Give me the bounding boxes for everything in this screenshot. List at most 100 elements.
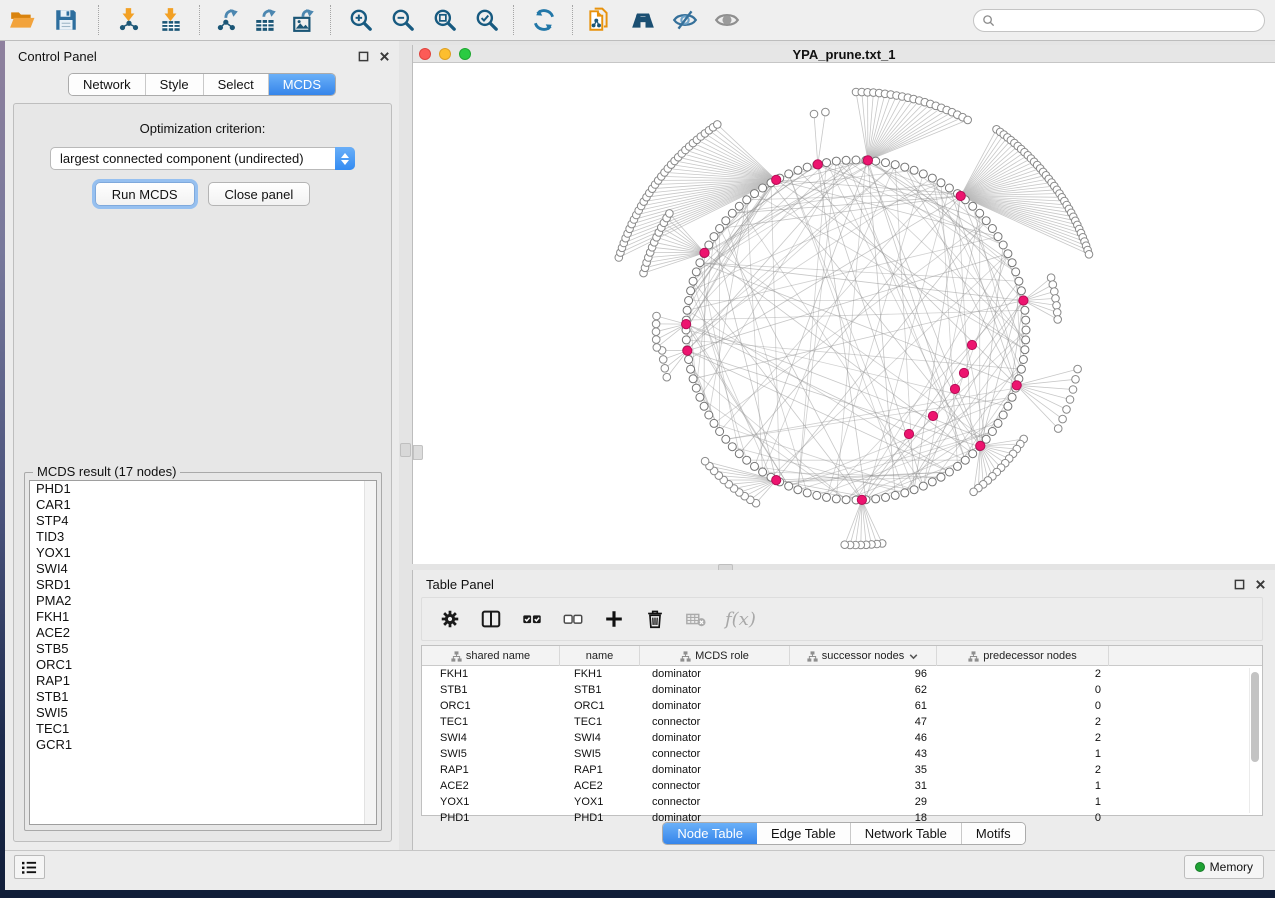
cell-mcds-role[interactable]: dominator (640, 682, 790, 698)
close-panel-icon[interactable] (1254, 578, 1267, 591)
optimization-criterion-select[interactable]: largest connected component (undirected) (50, 147, 355, 170)
cell-mcds-role[interactable]: connector (640, 746, 790, 762)
cell-name[interactable]: ORC1 (560, 698, 640, 714)
cell-successor-nodes[interactable]: 47 (790, 714, 937, 730)
run-mcds-button[interactable]: Run MCDS (95, 182, 195, 206)
cell-shared-name[interactable]: STB1 (422, 682, 560, 698)
table-row[interactable]: SWI4 SWI4 dominator 46 2 (422, 730, 1262, 746)
cell-successor-nodes[interactable]: 62 (790, 682, 937, 698)
table-row[interactable]: RAP1 RAP1 dominator 35 2 (422, 762, 1262, 778)
tab-select[interactable]: Select (204, 74, 269, 95)
scrollbar-thumb[interactable] (1251, 672, 1259, 762)
mcds-result-item[interactable]: YOX1 (30, 545, 376, 561)
cell-predecessor-nodes[interactable]: 2 (937, 714, 1109, 730)
mcds-result-item[interactable]: SWI4 (30, 561, 376, 577)
select-all-icon[interactable] (520, 607, 544, 631)
float-panel-icon[interactable] (357, 50, 370, 63)
cell-shared-name[interactable]: YOX1 (422, 794, 560, 810)
mcds-result-item[interactable]: ACE2 (30, 625, 376, 641)
cell-name[interactable]: FKH1 (560, 666, 640, 682)
cell-name[interactable]: SWI5 (560, 746, 640, 762)
save-session-icon[interactable] (52, 6, 80, 34)
deselect-all-icon[interactable] (561, 607, 585, 631)
cell-mcds-role[interactable]: dominator (640, 730, 790, 746)
mcds-result-item[interactable]: STB5 (30, 641, 376, 657)
cell-shared-name[interactable]: SWI4 (422, 730, 560, 746)
cell-predecessor-nodes[interactable]: 2 (937, 730, 1109, 746)
zoom-selected-icon[interactable] (473, 6, 501, 34)
zoom-in-icon[interactable] (347, 6, 375, 34)
first-neighbors-icon[interactable] (629, 6, 657, 34)
mcds-result-item[interactable]: PMA2 (30, 593, 376, 609)
mcds-result-item[interactable]: CAR1 (30, 497, 376, 513)
export-network-icon[interactable] (214, 6, 242, 34)
close-panel-icon[interactable] (378, 50, 391, 63)
cell-predecessor-nodes[interactable]: 0 (937, 698, 1109, 714)
tab-style[interactable]: Style (146, 74, 204, 95)
tab-edge-table[interactable]: Edge Table (757, 823, 851, 844)
tab-motifs[interactable]: Motifs (962, 823, 1025, 844)
cell-successor-nodes[interactable]: 46 (790, 730, 937, 746)
show-columns-icon[interactable] (479, 607, 503, 631)
vertical-splitter[interactable] (399, 41, 412, 850)
cell-mcds-role[interactable]: connector (640, 794, 790, 810)
cell-shared-name[interactable]: FKH1 (422, 666, 560, 682)
tab-network[interactable]: Network (69, 74, 146, 95)
table-row[interactable]: YOX1 YOX1 connector 29 1 (422, 794, 1262, 810)
mcds-result-item[interactable]: FKH1 (30, 609, 376, 625)
add-row-icon[interactable] (602, 607, 626, 631)
export-image-icon[interactable] (290, 6, 318, 34)
splitter-handle[interactable] (400, 443, 411, 457)
cell-mcds-role[interactable]: dominator (640, 698, 790, 714)
column-header-successor-nodes[interactable]: successor nodes (790, 646, 937, 666)
new-network-from-selection-icon[interactable] (585, 6, 613, 34)
cell-predecessor-nodes[interactable]: 2 (937, 666, 1109, 682)
table-row[interactable]: ACE2 ACE2 connector 31 1 (422, 778, 1262, 794)
mcds-result-item[interactable]: SRD1 (30, 577, 376, 593)
mcds-result-item[interactable]: ORC1 (30, 657, 376, 673)
mcds-result-item[interactable]: GCR1 (30, 737, 376, 753)
cell-name[interactable]: YOX1 (560, 794, 640, 810)
cell-shared-name[interactable]: ORC1 (422, 698, 560, 714)
float-panel-icon[interactable] (1233, 578, 1246, 591)
cell-predecessor-nodes[interactable]: 2 (937, 762, 1109, 778)
mcds-result-item[interactable]: STB1 (30, 689, 376, 705)
table-options-gear-icon[interactable] (438, 607, 462, 631)
open-session-icon[interactable] (8, 6, 36, 34)
cell-predecessor-nodes[interactable]: 1 (937, 794, 1109, 810)
column-header-mcds-role[interactable]: MCDS role (640, 646, 790, 666)
table-row[interactable]: TEC1 TEC1 connector 47 2 (422, 714, 1262, 730)
cell-successor-nodes[interactable]: 61 (790, 698, 937, 714)
cell-mcds-role[interactable]: dominator (640, 666, 790, 682)
cell-name[interactable]: STB1 (560, 682, 640, 698)
apply-layout-icon[interactable] (530, 6, 558, 34)
cell-successor-nodes[interactable]: 35 (790, 762, 937, 778)
cell-mcds-role[interactable]: connector (640, 714, 790, 730)
cell-shared-name[interactable]: TEC1 (422, 714, 560, 730)
task-history-button[interactable] (14, 855, 45, 879)
mcds-result-item[interactable]: RAP1 (30, 673, 376, 689)
zoom-out-icon[interactable] (389, 6, 417, 34)
zoom-fit-icon[interactable] (431, 6, 459, 34)
network-graph[interactable] (413, 63, 1275, 564)
table-scrollbar[interactable] (1249, 668, 1260, 813)
cell-name[interactable]: ACE2 (560, 778, 640, 794)
cell-successor-nodes[interactable]: 31 (790, 778, 937, 794)
tab-mcds[interactable]: MCDS (269, 74, 335, 95)
hide-selected-icon[interactable] (671, 6, 699, 34)
cell-name[interactable]: RAP1 (560, 762, 640, 778)
cell-shared-name[interactable]: RAP1 (422, 762, 560, 778)
close-panel-button[interactable]: Close panel (208, 182, 311, 206)
network-window-titlebar[interactable]: YPA_prune.txt_1 (413, 45, 1275, 63)
cell-successor-nodes[interactable]: 96 (790, 666, 937, 682)
mcds-result-item[interactable]: STP4 (30, 513, 376, 529)
import-table-icon[interactable] (157, 6, 185, 34)
mcds-result-item[interactable]: SWI5 (30, 705, 376, 721)
memory-button[interactable]: Memory (1184, 855, 1264, 879)
column-header-name[interactable]: name (560, 646, 640, 666)
table-row[interactable]: ORC1 ORC1 dominator 61 0 (422, 698, 1262, 714)
cell-shared-name[interactable]: ACE2 (422, 778, 560, 794)
delete-row-trash-icon[interactable] (643, 607, 667, 631)
cell-name[interactable]: SWI4 (560, 730, 640, 746)
mcds-list-scrollbar[interactable] (364, 481, 376, 824)
